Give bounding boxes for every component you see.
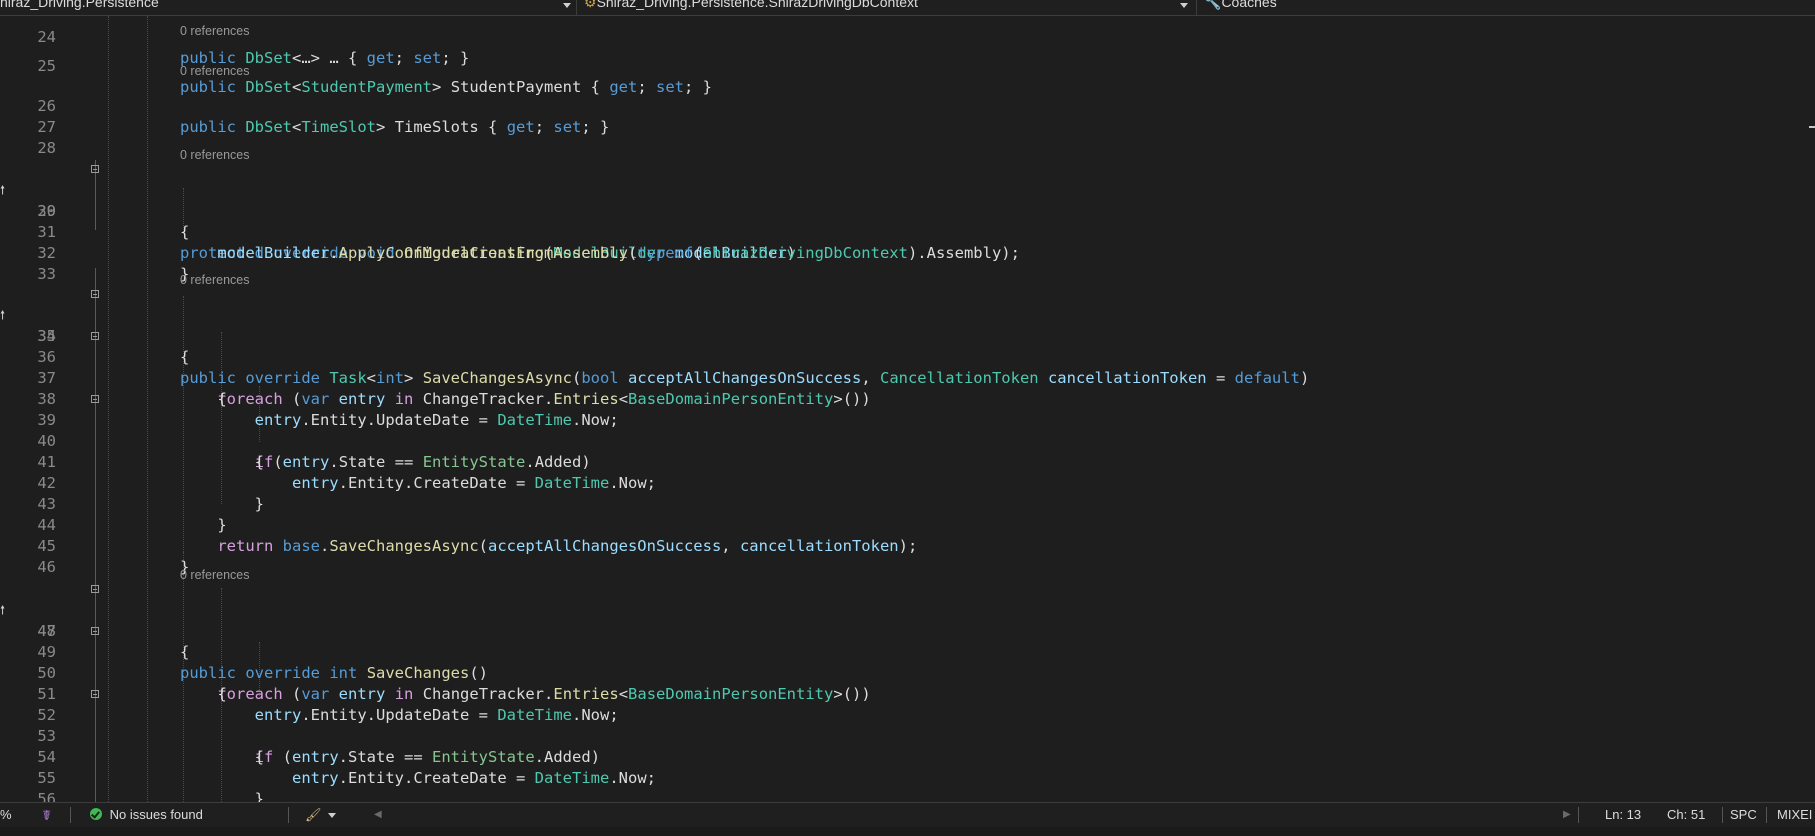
divider [1578,807,1579,823]
code-line[interactable]: 26 public DbSet<TimeSlot> TimeSlots { ge… [0,75,1810,136]
code-line[interactable]: 46 [0,536,1810,576]
code-line[interactable]: 27 [0,96,1810,136]
zoom-level[interactable]: % [0,803,12,827]
code-line[interactable]: 42 } [0,452,1810,513]
divider [288,807,289,823]
class-scope-icon: ⚙ [584,0,597,10]
code-line[interactable]: 39 if(entry.State == EntityState.Added) [0,389,1810,471]
class-scope-dropdown[interactable]: ⚙Shiraz_Driving.Persistence.ShirazDrivin… [584,0,1184,15]
code-line[interactable]: 33 [0,243,1810,283]
divider [1766,807,1767,823]
issues-label: No issues found [109,807,203,822]
code-line[interactable]: 49 foreach (var entry in ChangeTracker.E… [0,621,1810,703]
code-line[interactable]: 50 { [0,642,1810,703]
code-line[interactable]: 52 if (entry.State == EntityState.Added) [0,684,1810,766]
code-line[interactable]: 48 { [0,600,1810,661]
code-line[interactable]: 53 { [0,705,1810,766]
navigation-bar: hiraz_Driving.Persistence ⚙Shiraz_Drivin… [0,0,1815,16]
collapse-icon[interactable] [91,165,99,173]
column-indicator[interactable]: Ch: 51 [1667,803,1705,827]
code-line[interactable]: 41 entry.Entity.CreateDate = DateTime.No… [0,431,1810,492]
collapse-icon[interactable] [91,395,99,403]
project-label: hiraz_Driving.Persistence [0,0,159,10]
code-line[interactable]: 38 entry.Entity.UpdateDate = DateTime.No… [0,368,1810,429]
status-bar: % ☤ No issues found 🖌 ◀ ▶ Ln: 13 Ch: 51 … [0,802,1815,827]
collapse-icon[interactable] [91,627,99,635]
code-line[interactable]: 31 modelBuilder.ApplyConfigurationsFromA… [0,201,1810,262]
brush-icon[interactable]: 🖌 [305,803,322,827]
code-line[interactable]: 32 } [0,222,1810,283]
code-line[interactable]: 25 public DbSet<StudentPayment> StudentP… [0,35,1810,96]
code-line[interactable]: 45 } [0,515,1810,576]
code-text: } [180,790,264,802]
code-line[interactable]: 🠕 47 public override int SaveChanges() [0,579,1810,682]
chevron-down-icon[interactable] [563,3,571,8]
code-editor[interactable]: 24 public DbSet<…> … { get; set; } 0 ref… [0,16,1815,802]
collapse-icon[interactable] [91,585,99,593]
line-indicator[interactable]: Ln: 13 [1605,803,1641,827]
code-line[interactable]: 56 } [0,768,1810,802]
wrench-icon: 🔧 [1204,0,1222,10]
whitespace-indicator[interactable]: SPC [1730,803,1757,827]
code-line[interactable]: 44 return base.SaveChangesAsync(acceptAl… [0,494,1810,555]
scroll-right-icon[interactable]: ▶ [1563,803,1571,827]
code-line[interactable]: 55 } [0,747,1810,802]
collapse-icon[interactable] [91,332,99,340]
chevron-down-icon[interactable] [328,813,336,818]
code-line[interactable]: 36 foreach (var entry in ChangeTracker.E… [0,326,1810,408]
divider [576,0,577,15]
issues-indicator[interactable]: No issues found [90,803,203,827]
collapse-icon[interactable] [91,290,99,298]
bottom-strip [0,827,1815,836]
divider [1722,807,1723,823]
chevron-down-icon[interactable] [1180,3,1188,8]
collapse-icon[interactable] [91,690,99,698]
scroll-left-icon[interactable]: ◀ [374,803,382,827]
code-line[interactable]: 🠕 34 public override Task<int> SaveChang… [0,284,1810,387]
code-line[interactable]: 🠕 29 protected override void OnModelCrea… [0,159,1810,262]
divider [70,807,71,823]
code-line[interactable]: 51 entry.Entity.UpdateDate = DateTime.No… [0,663,1810,724]
line-number: 56 [37,790,56,802]
divider [1196,0,1197,15]
copilot-icon[interactable]: ☤ [42,803,51,827]
class-scope-label: Shiraz_Driving.Persistence.ShirazDriving… [596,0,918,10]
code-line[interactable]: 35 { [0,305,1810,366]
code-line[interactable]: 54 entry.Entity.CreateDate = DateTime.No… [0,726,1810,787]
code-line[interactable]: 40 { [0,410,1810,471]
code-line[interactable]: 28 [0,117,1810,157]
check-circle-icon [90,808,102,820]
member-scope-label: Coaches [1221,0,1277,10]
project-dropdown[interactable]: hiraz_Driving.Persistence [0,0,560,15]
code-line[interactable]: 43 } [0,473,1810,534]
code-line[interactable]: 37 { [0,347,1810,408]
line-endings-indicator[interactable]: MIXEI [1777,803,1815,827]
member-scope-dropdown[interactable]: 🔧Coaches [1204,0,1804,15]
code-line[interactable]: 30 { [0,180,1810,241]
